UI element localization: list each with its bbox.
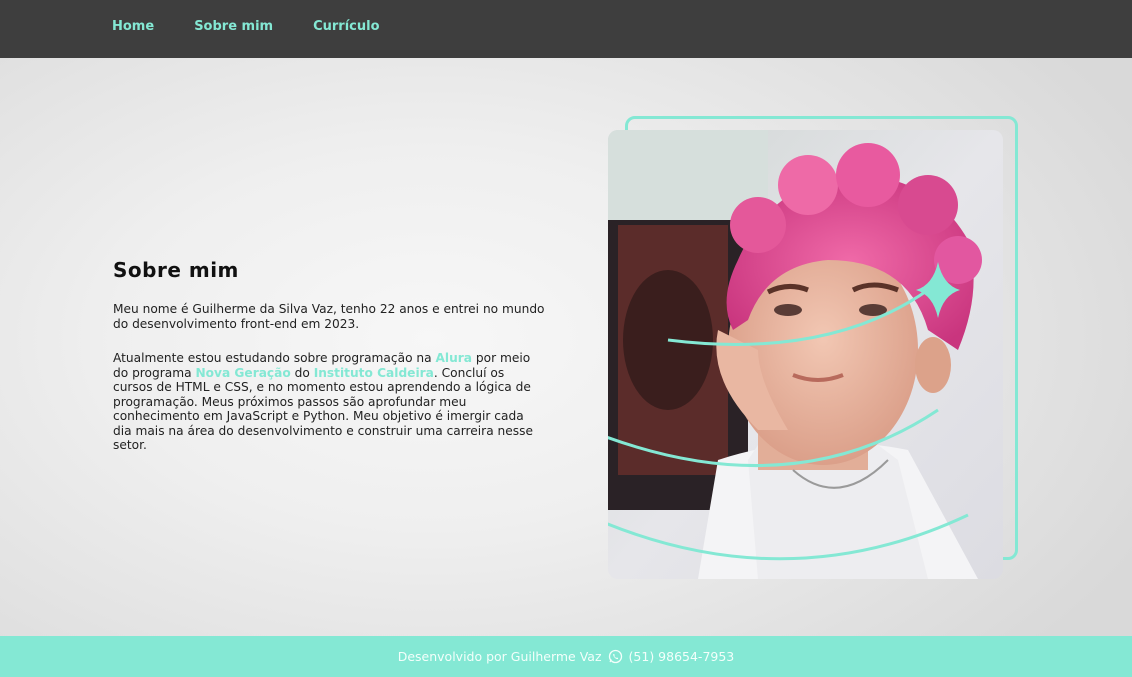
nav-link-about[interactable]: Sobre mim (194, 19, 273, 34)
profile-photo (608, 130, 1003, 579)
study-paragraph: Atualmente estou estudando sobre program… (113, 351, 545, 453)
portrait-illustration (608, 130, 1003, 579)
profile-photo-container (588, 113, 1028, 583)
page-footer: Desenvolvido por Guilherme Vaz (51) 9865… (0, 636, 1132, 677)
nova-geracao-highlight: Nova Geração (195, 365, 291, 380)
top-navbar: Home Sobre mim Currículo (0, 0, 1132, 58)
whatsapp-icon[interactable] (608, 649, 623, 664)
footer-phone[interactable]: (51) 98654-7953 (629, 649, 735, 664)
text-span: Atualmente estou estudando sobre program… (113, 351, 436, 365)
main-nav: Home Sobre mim Currículo (112, 19, 380, 34)
instituto-caldeira-highlight: Instituto Caldeira (313, 365, 434, 380)
text-span: do (290, 365, 314, 380)
intro-paragraph: Meu nome é Guilherme da Silva Vaz, tenho… (113, 302, 545, 331)
nav-link-home[interactable]: Home (112, 19, 154, 34)
section-title: Sobre mim (113, 258, 239, 282)
nav-link-resume[interactable]: Currículo (313, 19, 379, 34)
about-section: Sobre mim Meu nome é Guilherme da Silva … (113, 258, 545, 473)
footer-credit: Desenvolvido por Guilherme Vaz (397, 649, 602, 664)
alura-highlight: Alura (435, 351, 472, 365)
